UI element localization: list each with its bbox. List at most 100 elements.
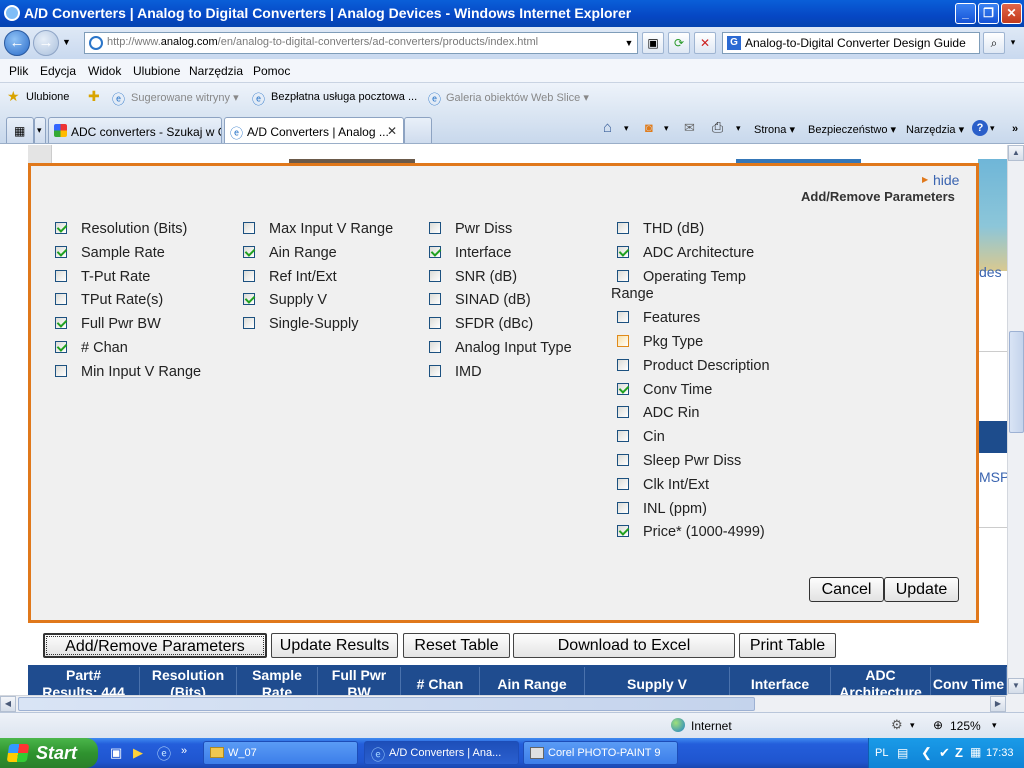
tools-menu[interactable]: Narzędzia ▾ [906,123,964,136]
safety-menu[interactable]: Bezpieczeństwo ▾ [808,123,896,136]
media-player-icon[interactable]: ▶ [133,745,143,761]
checkbox-unchecked[interactable] [617,335,629,348]
parameter-option[interactable]: THD (dB) [617,221,704,239]
checkbox-unchecked[interactable] [617,406,629,419]
history-dropdown-icon[interactable]: ▼ [62,37,71,47]
parameter-option[interactable]: IMD [429,364,482,382]
checkbox-unchecked[interactable] [617,454,629,467]
parameter-option[interactable]: SINAD (dB) [429,292,531,310]
checkbox-unchecked[interactable] [429,317,441,330]
parameter-option[interactable]: Sample Rate [55,245,165,263]
column-header[interactable]: Supply V [585,667,730,695]
search-options-icon[interactable]: ▾ [1005,32,1021,54]
address-dropdown-icon[interactable]: ▼ [620,33,638,55]
back-button[interactable]: ← [4,30,30,56]
favorites-button[interactable]: Ulubione [26,91,69,103]
home-icon[interactable]: ⌂ [603,119,612,136]
parameter-option[interactable]: T-Put Rate [55,269,150,287]
scroll-left-icon[interactable]: ◀ [0,696,16,712]
vertical-scrollbar[interactable]: ▲ ▼ [1007,145,1024,695]
parameter-option[interactable]: Resolution (Bits) [55,221,187,239]
parameter-option[interactable]: Price* (1000-4999) [617,524,765,542]
checkbox-unchecked[interactable] [617,311,629,324]
checkbox-checked[interactable] [55,222,67,234]
favorite-suggested-sites[interactable]: Sugerowane witryny ▾ [131,91,239,104]
home-dropdown-icon[interactable]: ▾ [624,123,629,134]
column-header[interactable]: # Chan [401,667,480,695]
checkbox-unchecked[interactable] [55,293,67,306]
update-button[interactable]: Update [884,577,959,602]
parameter-option[interactable]: Sleep Pwr Diss [617,453,741,471]
protected-mode-icon[interactable]: ⚙ [891,717,903,733]
search-icon[interactable]: ⌕ [983,32,1005,54]
parameter-option[interactable]: Operating Temp [617,269,746,287]
tab-ad-converters[interactable]: ⓔ A/D Converters | Analog ... ✕ [224,117,404,143]
close-tab-icon[interactable]: ✕ [387,124,397,138]
column-header[interactable]: Conv Time [931,667,1007,695]
language-indicator[interactable]: PL [875,747,888,759]
tray-app-icon[interactable]: Z [955,745,963,760]
checkbox-checked[interactable] [55,245,67,258]
column-header[interactable]: Full Pwr BW [318,667,401,695]
menu-narzedzia[interactable]: Narzędzia [189,64,243,78]
checkbox-unchecked[interactable] [55,364,67,377]
checkbox-unchecked[interactable] [55,269,67,282]
parameter-option[interactable]: INL (ppm) [617,501,707,519]
menu-ulubione[interactable]: Ulubione [133,64,180,78]
task-w07[interactable]: W_07 [203,741,358,765]
cancel-button[interactable]: Cancel [809,577,884,602]
zoom-level[interactable]: 125% [950,719,981,733]
search-input[interactable]: G Analog-to-Digital Converter Design Gui… [722,32,980,54]
quick-tabs-icon[interactable]: ▦ [6,117,34,143]
mail-icon[interactable]: ✉ [684,120,695,136]
stop-icon[interactable]: ✕ [694,32,716,54]
parameter-option[interactable]: Supply V [243,292,327,310]
checkbox-checked[interactable] [617,382,629,395]
print-icon[interactable]: ⎙ [712,119,723,136]
checkbox-checked[interactable] [617,525,629,538]
scroll-right-icon[interactable]: ▶ [990,696,1006,712]
parameter-option[interactable]: Full Pwr BW [55,316,161,334]
parameter-option[interactable]: SFDR (dBc) [429,316,533,334]
protected-mode-dropdown-icon[interactable]: ▾ [910,720,915,731]
close-window-button[interactable]: ✕ [1001,3,1022,24]
column-header[interactable]: Resolution (Bits) [140,667,237,695]
checkbox-unchecked[interactable] [243,317,255,330]
new-tab-button[interactable] [404,117,432,143]
zoom-dropdown-icon[interactable]: ▾ [992,720,997,731]
checkbox-unchecked[interactable] [617,269,629,282]
feeds-icon[interactable]: ◙ [645,120,653,135]
column-header[interactable]: ADC Architecture [831,667,931,695]
tray-arrow-icon[interactable]: ❮ [921,745,932,761]
checkbox-unchecked[interactable] [617,501,629,514]
parameter-option[interactable]: ADC Rin [617,405,699,423]
scroll-up-icon[interactable]: ▲ [1008,145,1024,161]
parameter-option[interactable]: Cin [617,429,665,447]
parameter-option[interactable]: Min Input V Range [55,364,201,382]
column-header[interactable]: Part# Results: 444 [28,667,140,695]
side-link-text[interactable]: MSP [979,469,1007,485]
tab-list-dropdown[interactable]: ▾ [34,117,46,143]
parameter-option[interactable]: # Chan [55,340,128,358]
parameter-option[interactable]: Pwr Diss [429,221,512,239]
address-input[interactable]: http://www.analog.com/en/analog-to-digit… [84,32,638,54]
checkbox-unchecked[interactable] [429,364,441,377]
zoom-icon[interactable]: ⊕ [933,718,943,732]
checkbox-unchecked[interactable] [429,269,441,282]
parameter-option[interactable]: Pkg Type [617,334,703,352]
hide-link[interactable]: hide [933,172,959,188]
task-corel-photo-paint[interactable]: Corel PHOTO-PAINT 9 [523,741,678,765]
checkbox-checked[interactable] [429,245,441,258]
checkbox-unchecked[interactable] [429,341,441,353]
checkbox-unchecked[interactable] [617,477,629,490]
parameter-option[interactable]: Product Description [617,358,770,376]
parameter-option[interactable]: Interface [429,245,511,263]
horizontal-scroll-thumb[interactable] [18,697,755,711]
column-header[interactable]: Sample Rate [237,667,318,695]
checkbox-checked[interactable] [243,293,255,306]
checkbox-unchecked[interactable] [429,222,441,234]
show-desktop-icon[interactable]: ▣ [110,745,122,761]
checkbox-checked[interactable] [55,341,67,353]
help-dropdown-icon[interactable]: ▾ [990,123,995,134]
column-header[interactable]: Ain Range [480,667,585,695]
